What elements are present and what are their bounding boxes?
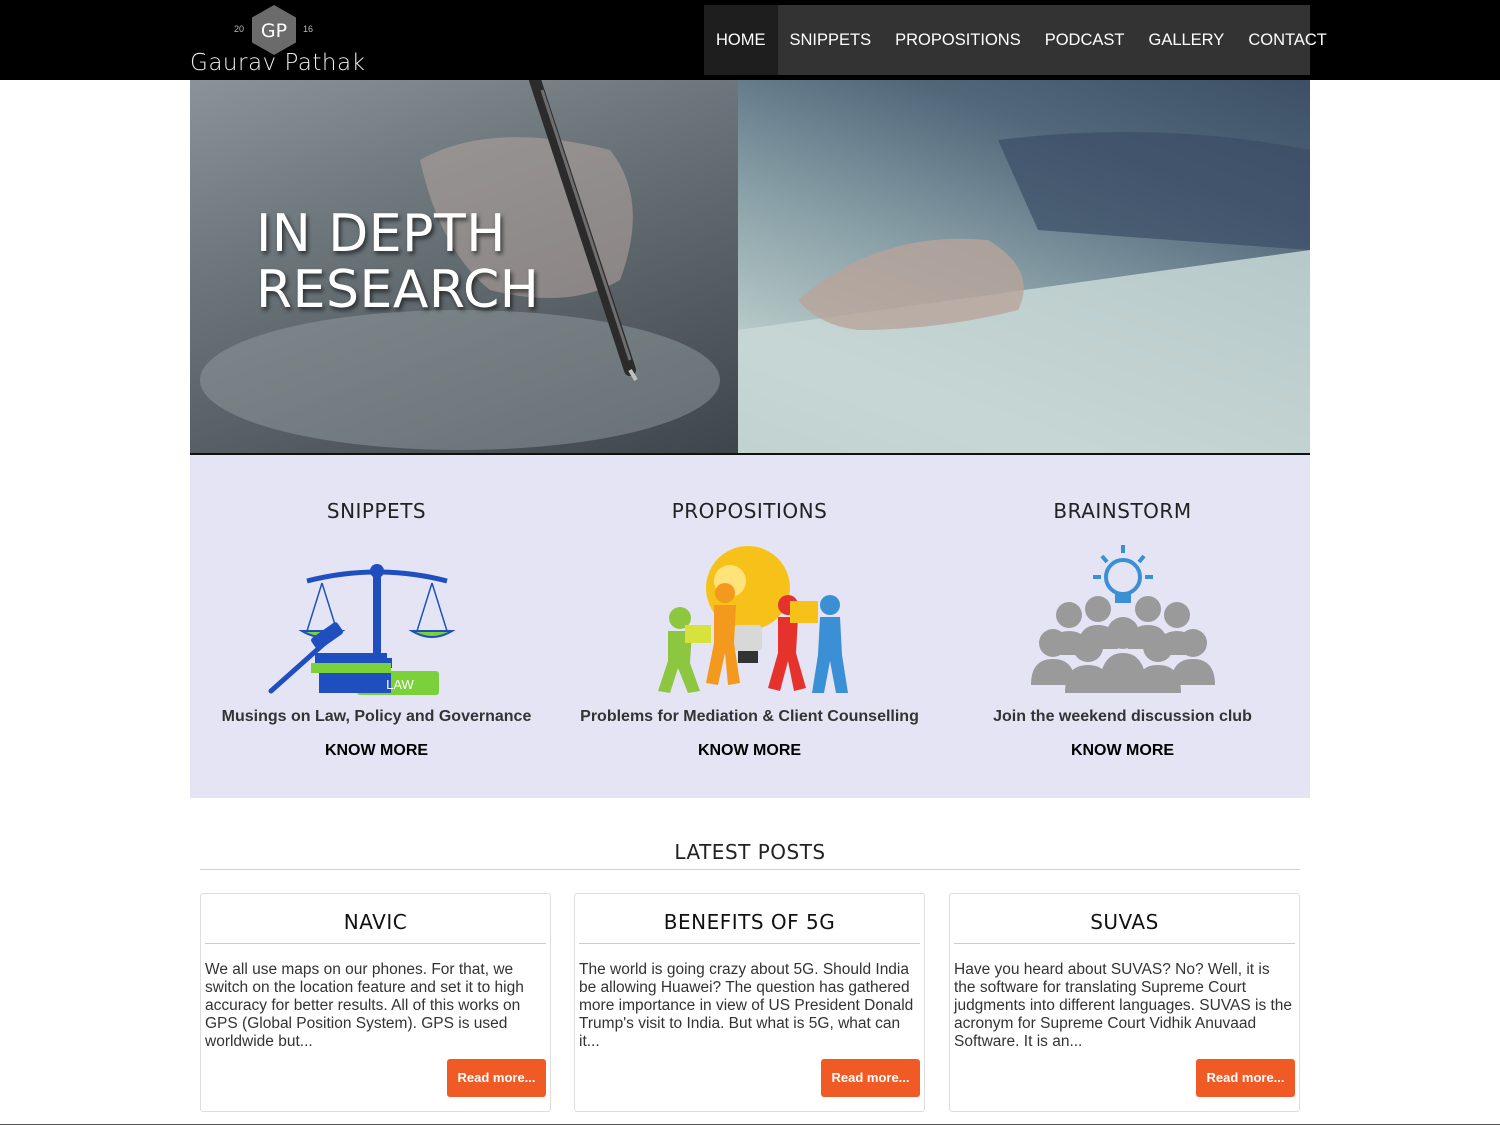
logo-year-right: 16: [303, 24, 314, 34]
post-title[interactable]: BENEFITS OF 5G: [579, 910, 920, 934]
post-excerpt: We all use maps on our phones. For that,…: [205, 961, 524, 1050]
hero-image-document: [738, 80, 1310, 453]
feature-title: SNIPPETS: [326, 499, 427, 523]
nav-podcast[interactable]: PODCAST: [1033, 5, 1137, 75]
hero-hand-image: [738, 132, 1310, 453]
post-excerpt: The world is going crazy about 5G. Shoul…: [579, 961, 914, 1050]
group-lightbulb-icon: [1030, 545, 1215, 693]
latest-posts-divider: [200, 869, 1300, 870]
post-divider: [205, 943, 546, 944]
feature-title: BRAINSTORM: [1053, 499, 1192, 523]
post-excerpt: Have you heard about SUVAS? No? Well, it…: [954, 961, 1293, 1050]
feature-description: Join the weekend discussion club: [993, 708, 1252, 725]
logo-year-left: 20: [234, 24, 245, 34]
logo-hexagon-icon: GP: [252, 5, 296, 55]
read-more-button[interactable]: Read more...: [1196, 1059, 1295, 1097]
nav-contact[interactable]: CONTACT: [1236, 5, 1339, 75]
main-nav: HOME SNIPPETS PROPOSITIONS PODCAST GALLE…: [704, 5, 1327, 75]
law-scales-icon: LAW: [268, 564, 456, 695]
post-divider: [954, 943, 1295, 944]
hero-title: IN DEPTH RESEARCH: [256, 206, 539, 318]
feature-brainstorm: BRAINSTORM Join the weekend discussion c…: [936, 455, 1309, 798]
feature-description: Problems for Mediation & Client Counsell…: [580, 708, 919, 725]
read-more-button[interactable]: Read more...: [447, 1059, 546, 1097]
feature-band: SNIPPETS LAW Musings on Law, Policy and …: [190, 455, 1310, 798]
read-more-button[interactable]: Read more...: [821, 1059, 920, 1097]
site-logo[interactable]: GP 20 16 Gaurav Pathak: [190, 4, 365, 78]
nav-snippets[interactable]: SNIPPETS: [778, 5, 884, 75]
hero-banner: IN DEPTH RESEARCH: [190, 80, 1310, 453]
nav-home[interactable]: HOME: [704, 5, 778, 75]
logo-initials: GP: [261, 20, 287, 42]
post-card-suvas: SUVAS Have you heard about SUVAS? No? We…: [949, 893, 1300, 1112]
post-title[interactable]: SUVAS: [954, 910, 1295, 934]
hero-title-line1: IN DEPTH: [256, 204, 506, 264]
latest-posts-heading: LATEST POSTS: [674, 840, 826, 864]
post-divider: [579, 943, 920, 944]
know-more-link[interactable]: KNOW MORE: [190, 742, 563, 760]
nav-gallery[interactable]: GALLERY: [1136, 5, 1236, 75]
nav-propositions[interactable]: PROPOSITIONS: [883, 5, 1033, 75]
feature-propositions: PROPOSITIONS Problems for Mediation & Cl…: [563, 455, 936, 798]
post-card-5g: BENEFITS OF 5G The world is going crazy …: [574, 893, 925, 1112]
site-header: GP 20 16 Gaurav Pathak HOME SNIPPETS PRO…: [0, 0, 1500, 80]
feature-description: Musings on Law, Policy and Governance: [221, 708, 532, 725]
know-more-link[interactable]: KNOW MORE: [936, 742, 1309, 760]
post-title[interactable]: NAVIC: [205, 910, 546, 934]
feature-snippets: SNIPPETS LAW Musings on Law, Policy and …: [190, 455, 563, 798]
feature-title: PROPOSITIONS: [671, 499, 828, 523]
law-book-label: LAW: [386, 677, 414, 692]
know-more-link[interactable]: KNOW MORE: [563, 742, 936, 760]
post-card-navic: NAVIC We all use maps on our phones. For…: [200, 893, 551, 1112]
hero-title-line2: RESEARCH: [256, 260, 540, 320]
puzzle-team-icon: [657, 546, 848, 693]
logo-name: Gaurav Pathak: [190, 50, 366, 76]
